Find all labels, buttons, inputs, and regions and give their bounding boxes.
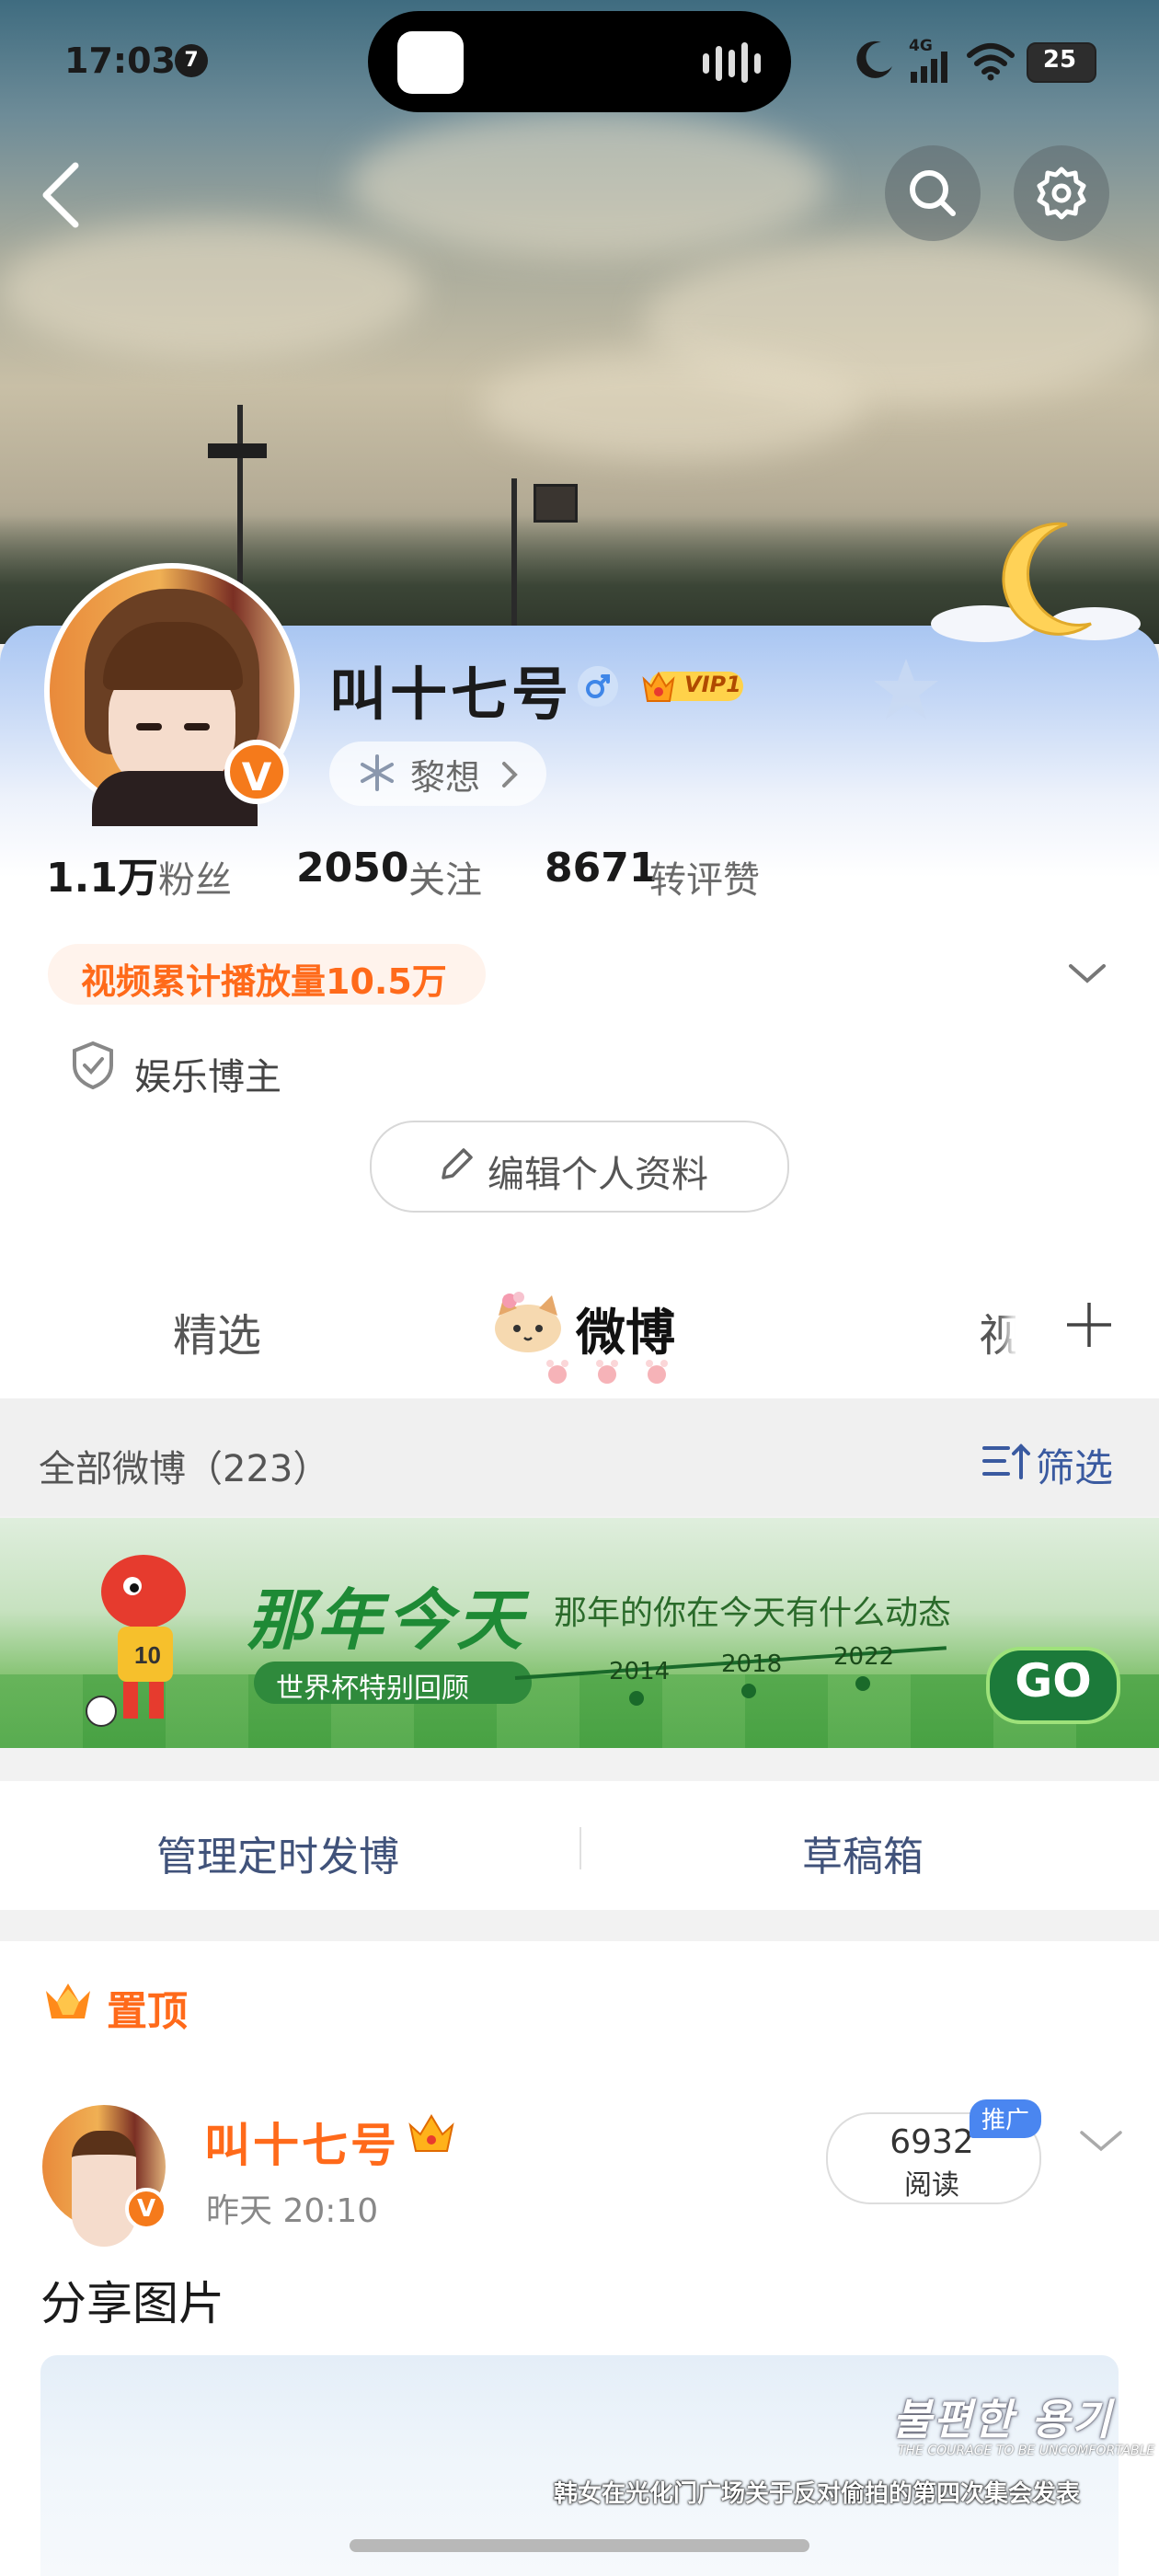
post-timestamp: 昨天 20:10 [206, 2192, 379, 2230]
read-count-label: 阅读 [904, 2169, 959, 2202]
back-chevron-icon[interactable] [37, 160, 88, 230]
vip-crown-icon [408, 2114, 454, 2152]
audio-wave-bar [703, 53, 709, 74]
pinned-label: 置顶 [107, 1988, 188, 2035]
actions-divider [580, 1827, 581, 1869]
chevron-down-icon[interactable] [1078, 2125, 1124, 2156]
battery-level: 25 [1042, 46, 1077, 74]
image-logo-text: 불편한 용기 [892, 2395, 1113, 2444]
profile-username: 叫十七号 [329, 661, 573, 728]
svg-text:10: 10 [134, 1641, 161, 1669]
vip-level-label: VIP1 [684, 672, 741, 697]
scheduled-posts-button[interactable]: 管理定时发博 [156, 1823, 399, 1882]
cellular-signal-icon [911, 52, 947, 83]
timeline-dot [629, 1691, 644, 1706]
interactions-count[interactable]: 8671 [545, 845, 657, 891]
filter-button[interactable]: 筛选 [1036, 1437, 1113, 1493]
search-button[interactable] [885, 145, 981, 241]
following-label[interactable]: 关注 [408, 850, 482, 903]
interactions-label[interactable]: 转评赞 [649, 850, 760, 903]
settings-button[interactable] [1014, 145, 1109, 241]
tab-featured[interactable]: 精选 [173, 1299, 261, 1363]
do-not-disturb-moon-icon [856, 40, 892, 78]
timeline-dot [741, 1684, 756, 1698]
timeline-year: 2014 [609, 1658, 671, 1685]
audio-wave-bar [754, 53, 761, 74]
status-time: 17:03 [64, 40, 176, 81]
profile-tag-label: 黎想 [410, 757, 481, 798]
image-caption: 韩女在光化门广场关于反对偷拍的第四次集会发表 [554, 2480, 1081, 2508]
post-author-name[interactable]: 叫十七号 [204, 2109, 399, 2175]
audio-wave-bar [716, 46, 722, 81]
post-text: 分享图片 [40, 2277, 224, 2330]
cover-sign [534, 484, 578, 523]
plus-icon[interactable] [1061, 1297, 1117, 1352]
verified-badge-icon: V [224, 740, 289, 804]
timeline-dot [855, 1676, 870, 1691]
search-icon [910, 170, 956, 216]
video-plays-text: 视频累计播放量10.5万 [81, 961, 447, 1002]
chevron-down-icon[interactable] [1067, 959, 1107, 988]
paw-prints-icon [546, 1360, 668, 1384]
live-activity-app-icon [397, 31, 464, 94]
tab-weibo[interactable]: 微博 [576, 1292, 675, 1364]
avatar-eye [184, 723, 210, 730]
post-avatar-face [72, 2131, 136, 2247]
avatar-eye [136, 723, 162, 730]
chevron-right-icon [502, 762, 518, 788]
banner-tag-label: 世界杯特别回顾 [276, 1673, 469, 1705]
banner-subtitle: 那年的你在今天有什么动态 [554, 1594, 952, 1632]
weibo-mascot-icon: 10 [86, 1555, 186, 1727]
male-icon [578, 666, 618, 707]
shield-icon [73, 1041, 113, 1090]
promote-label: 推广 [981, 2107, 1029, 2134]
verified-badge-icon: V [125, 2188, 167, 2230]
timeline-year: 2022 [833, 1643, 895, 1671]
notification-count-badge: 7 [175, 44, 208, 77]
drafts-button[interactable]: 草稿箱 [802, 1823, 924, 1882]
snowflake-icon [361, 754, 394, 791]
star-decoration-icon [874, 659, 938, 719]
cover-solar-panel [208, 443, 267, 458]
pinned-crown-icon [46, 1984, 90, 2018]
gear-icon [1037, 167, 1086, 220]
pencil-icon [442, 1148, 473, 1179]
timeline-year: 2018 [721, 1650, 783, 1678]
cat-mascot-icon [495, 1292, 561, 1352]
wifi-icon [967, 43, 1015, 81]
blogger-category: 娱乐博主 [134, 1056, 281, 1098]
followers-count[interactable]: 1.1万 [46, 845, 158, 903]
followers-label[interactable]: 粉丝 [158, 850, 232, 903]
crescent-moon-decoration-icon [931, 522, 1141, 642]
filter-sort-icon[interactable] [981, 1439, 1032, 1483]
audio-wave-bar [741, 42, 748, 83]
audio-wave-bar [729, 50, 735, 77]
edit-profile-label: 编辑个人资料 [488, 1154, 708, 1196]
banner-go-label: GO [1015, 1654, 1092, 1708]
home-indicator[interactable] [350, 2539, 809, 2552]
tab-video[interactable]: 视频 [979, 1299, 1019, 1363]
all-weibo-count: 全部微博（223） [39, 1448, 330, 1490]
banner-title: 那年今天 [247, 1581, 527, 1659]
cover-sign-pole [511, 478, 517, 626]
following-count[interactable]: 2050 [296, 845, 408, 891]
image-logo-subtitle: THE COURAGE TO BE UNCOMFORTABLE [898, 2444, 1155, 2458]
